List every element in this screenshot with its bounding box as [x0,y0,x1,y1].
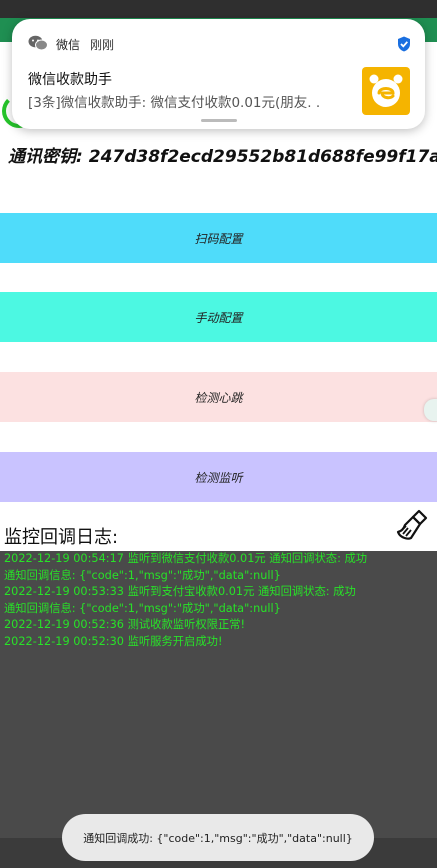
notification-drag-handle[interactable] [201,119,237,122]
manual-config-label: 手动配置 [194,310,243,325]
check-heartbeat-button[interactable]: 检测心跳 [0,372,437,422]
log-line: 2022-12-19 00:54:17 监听到微信支付收款0.01元 通知回调状… [4,552,368,565]
broom-icon[interactable] [395,507,431,543]
scan-config-label: 扫码配置 [194,231,243,246]
notification-body: [3条]微信收款助手: 微信支付收款0.01元(朋友. . [28,95,321,111]
log-line: 2022-12-19 00:52:36 测试收款监听权限正常! [4,618,246,632]
log-title: 监控回调日志: [4,527,119,548]
manual-config-button[interactable]: 手动配置 [0,292,437,342]
secret-key-value: 247d38f2ecd29552b81d688fe99f17a7 [88,147,437,167]
log-area[interactable]: 2022-12-19 00:54:17 监听到微信支付收款0.01元 通知回调状… [0,551,437,838]
check-listener-label: 检测监听 [194,470,243,485]
notification-time: 刚刚 [90,38,115,52]
log-line: 2022-12-19 00:52:30 监听服务开启成功! [4,634,223,648]
app-screen: 通讯密钥: 247d38f2ecd29552b81d688fe99f17a7 扫… [0,18,437,838]
log-line: 通知回调信息: {"code":1,"msg":"成功","data":null… [4,601,281,615]
scan-config-button[interactable]: 扫码配置 [0,213,437,263]
notification-app-name: 微信 [56,38,81,52]
toast-text: 通知回调成功: {"code":1,"msg":"成功","data":null… [83,831,353,845]
check-listener-button[interactable]: 检测监听 [0,452,437,502]
secret-key-row: 通讯密钥: 247d38f2ecd29552b81d688fe99f17a7 [8,142,437,167]
status-bar [0,0,437,18]
check-heartbeat-label: 检测心跳 [194,390,243,405]
notification-title: 微信收款助手 [28,72,112,88]
log-line: 通知回调信息: {"code":1,"msg":"成功","data":null… [4,568,281,582]
pay-assistant-icon [362,67,410,115]
secret-key-label: 通讯密钥: [8,147,83,167]
floating-side-tab[interactable] [424,399,437,421]
toast-message: 通知回调成功: {"code":1,"msg":"成功","data":null… [62,814,374,861]
notification-card[interactable]: 微信 刚刚 微信收款助手 [3条]微信收款助手: 微信支付收款0.01元(朋友.… [12,19,425,129]
shield-check-icon [398,36,410,52]
wechat-icon [28,35,48,51]
log-line: 2022-12-19 00:53:33 监听到支付宝收款0.01元 通知回调状态… [4,585,356,599]
